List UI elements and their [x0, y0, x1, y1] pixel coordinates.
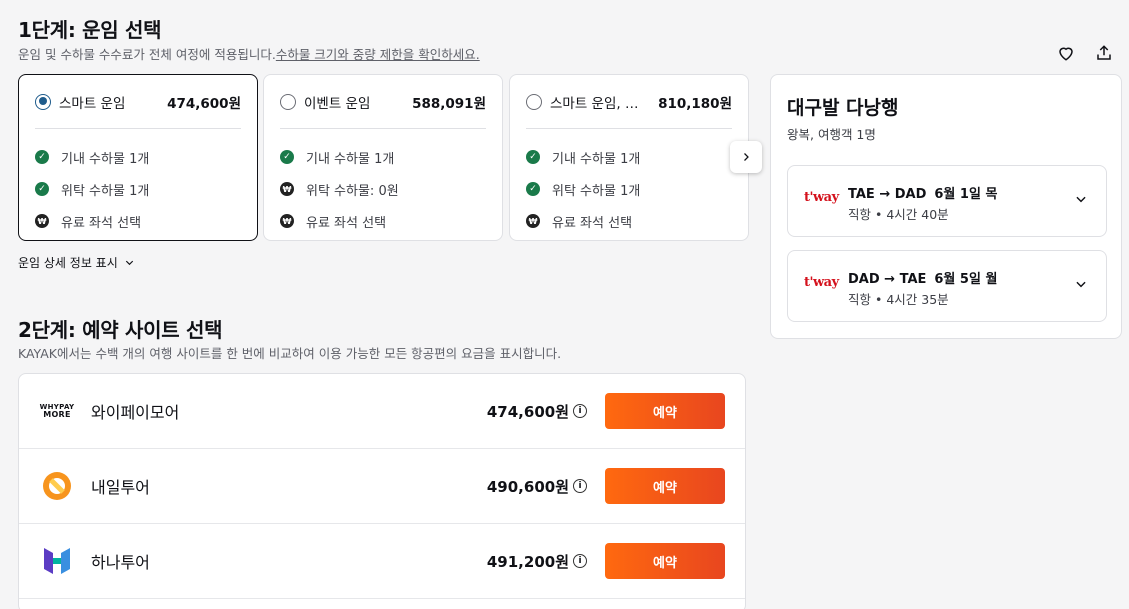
- step1-subtitle-text: 운임 및 수하물 수수료가 전체 여정에 적용됩니다.: [18, 47, 276, 62]
- provider-name: 하나투어: [91, 553, 150, 572]
- fare-name: 이벤트 운임: [304, 95, 371, 112]
- feature-item: ₩ 위탁 수하물: 0원: [280, 173, 486, 205]
- trip-title: 대구발 다낭행: [787, 97, 899, 119]
- tway-logo: t'way: [804, 190, 839, 205]
- trip-summary: 대구발 다낭행 왕복, 여행객 1명 t'way TAE → DAD 6월 1일 …: [770, 74, 1122, 339]
- fare-price: 474,600원: [167, 95, 241, 112]
- fare-card-smart-2[interactable]: 스마트 운임, 일... 810,180원 ✓ 기내 수하물 1개 ✓ 위탁 수하물…: [509, 74, 749, 241]
- fare-name: 스마트 운임: [59, 95, 126, 112]
- top-actions: [1055, 42, 1115, 64]
- chevron-down-icon: [1076, 281, 1086, 288]
- feature-text: 유료 좌석 선택: [552, 215, 633, 231]
- provider-list: WHYPAY MORE 와이페이모어 474,600원 i 예약 내일투어 49…: [18, 373, 746, 609]
- leg-outbound[interactable]: t'way TAE → DAD 6월 1일 목 직항 • 4시간 40분: [787, 165, 1107, 237]
- leg-return[interactable]: t'way DAD → TAE 6월 5일 월 직항 • 4시간 35분: [787, 250, 1107, 322]
- check-icon: ✓: [35, 150, 49, 164]
- provider-row: WHYPAY MORE 와이페이모어 474,600원 i 예약: [19, 374, 745, 449]
- feature-text: 유료 좌석 선택: [61, 215, 142, 231]
- whypaymore-logo: WHYPAY MORE: [39, 393, 75, 429]
- feature-item: ✓ 기내 수하물 1개: [35, 141, 241, 173]
- step2-title: 2단계: 예약 사이트 선택: [18, 318, 223, 342]
- won-icon: ₩: [280, 214, 294, 228]
- step1-title: 1단계: 운임 선택: [18, 18, 162, 42]
- provider-price: 491,200원: [486, 552, 569, 571]
- fare-card-smart[interactable]: 스마트 운임 474,600원 ✓ 기내 수하물 1개 ✓ 위탁 수하물 1개 ₩ 유…: [18, 74, 258, 241]
- won-icon: ₩: [526, 214, 540, 228]
- book-button[interactable]: 예약: [605, 543, 725, 579]
- fare-details-toggle[interactable]: 운임 상세 정보 표시: [18, 254, 135, 271]
- provider-name: 내일투어: [91, 478, 150, 497]
- chevron-right-icon: [744, 153, 749, 161]
- feature-item: ₩ 유료 좌석 선택: [280, 205, 486, 237]
- leg-date: 6월 5일 월: [934, 272, 998, 287]
- provider-price: 474,600원: [486, 402, 569, 421]
- fare-card-event[interactable]: 이벤트 운임 588,091원 ✓ 기내 수하물 1개 ₩ 위탁 수하물: 0원 ₩…: [263, 74, 503, 241]
- radio-unselected[interactable]: [280, 93, 296, 110]
- leg-date: 6월 1일 목: [934, 187, 998, 202]
- fare-options: 스마트 운임 474,600원 ✓ 기내 수하물 1개 ✓ 위탁 수하물 1개 ₩ 유…: [18, 74, 749, 241]
- trip-subtitle: 왕복, 여행객 1명: [787, 127, 876, 142]
- heart-icon[interactable]: [1055, 42, 1077, 64]
- feature-item: ✓ 위탁 수하물 1개: [526, 173, 732, 205]
- fare-details-label: 운임 상세 정보 표시: [18, 256, 118, 270]
- hanatour-logo: [39, 543, 75, 579]
- radio-selected[interactable]: [35, 93, 51, 110]
- radio-unselected[interactable]: [526, 93, 542, 110]
- feature-text: 위탁 수하물 1개: [61, 183, 150, 199]
- feature-item: ✓ 위탁 수하물 1개: [35, 173, 241, 205]
- tway-logo: t'way: [804, 275, 839, 290]
- book-button[interactable]: 예약: [605, 393, 725, 429]
- feature-item: ₩ 유료 좌석 선택: [526, 205, 732, 237]
- feature-text: 기내 수하물 1개: [552, 151, 641, 167]
- baggage-limits-link[interactable]: 수하물 크기와 중량 제한을 확인하세요.: [276, 47, 480, 62]
- next-fares-button[interactable]: [730, 141, 762, 173]
- step2-subtitle: KAYAK에서는 수백 개의 여행 사이트를 한 번에 비교하여 이용 가능한 …: [18, 346, 562, 361]
- won-icon: ₩: [35, 214, 49, 228]
- leg-detail: 직항 • 4시간 35분: [848, 292, 949, 307]
- feature-item: ✓ 기내 수하물 1개: [526, 141, 732, 173]
- leg-route: DAD → TAE 6월 5일 월: [848, 268, 997, 287]
- feature-item: ₩ 유료 좌석 선택: [35, 205, 241, 237]
- route-text: TAE → DAD: [848, 187, 927, 202]
- feature-text: 위탁 수하물 1개: [552, 183, 641, 199]
- info-icon[interactable]: i: [573, 554, 587, 568]
- check-icon: ✓: [280, 150, 294, 164]
- feature-text: 기내 수하물 1개: [61, 151, 150, 167]
- step1-subtitle: 운임 및 수하물 수수료가 전체 여정에 적용됩니다.수하물 크기와 중량 제한…: [18, 44, 480, 63]
- provider-row: 하나투어 491,200원 i 예약: [19, 524, 745, 599]
- provider-price: 490,600원: [486, 477, 569, 496]
- check-icon: ✓: [526, 182, 540, 196]
- info-icon[interactable]: i: [573, 404, 587, 418]
- chevron-down-icon: [125, 260, 133, 266]
- check-icon: ✓: [35, 182, 49, 196]
- naeiltour-logo: [39, 468, 75, 504]
- share-icon[interactable]: [1093, 42, 1115, 64]
- won-icon: ₩: [280, 182, 294, 196]
- info-icon[interactable]: i: [573, 479, 587, 493]
- fare-price: 588,091원: [412, 95, 486, 112]
- chevron-down-icon: [1076, 196, 1086, 203]
- logo-text: MORE: [43, 410, 71, 419]
- fare-name: 스마트 운임, 일...: [550, 95, 651, 112]
- route-text: DAD → TAE: [848, 272, 927, 287]
- leg-route: TAE → DAD 6월 1일 목: [848, 183, 997, 202]
- feature-text: 유료 좌석 선택: [306, 215, 387, 231]
- feature-text: 위탁 수하물: 0원: [306, 183, 399, 199]
- book-button[interactable]: 예약: [605, 468, 725, 504]
- check-icon: ✓: [526, 150, 540, 164]
- fare-price: 810,180원: [658, 95, 732, 112]
- provider-name: 와이페이모어: [91, 403, 180, 422]
- feature-text: 기내 수하물 1개: [306, 151, 395, 167]
- leg-detail: 직항 • 4시간 40분: [848, 207, 949, 222]
- feature-item: ✓ 기내 수하물 1개: [280, 141, 486, 173]
- provider-row: 내일투어 490,600원 i 예약: [19, 449, 745, 524]
